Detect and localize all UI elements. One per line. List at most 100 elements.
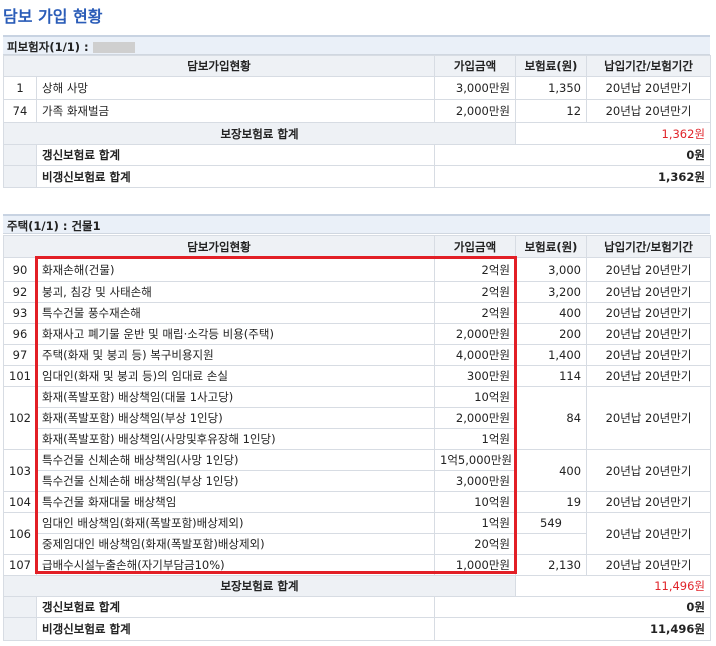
building-section-header: 주택(1/1) : 건물1 <box>3 214 710 234</box>
row-no: 106 <box>3 512 37 555</box>
row-amount: 1억5,000만원 <box>434 449 517 471</box>
row-premium: 1,400 <box>515 344 588 366</box>
total-label: 보장보험료 합계 <box>2 122 517 145</box>
renew-value: 0원 <box>434 596 712 618</box>
table-row: 104 특수건물 화재대물 배상책임 10억원 19 20년납 20년만기 <box>3 491 712 513</box>
row-name: 특수건물 화재대물 배상책임 <box>35 491 436 513</box>
row-premium: 200 <box>515 323 588 345</box>
total-value: 1,362원 <box>515 122 712 145</box>
renew-value: 0원 <box>434 144 712 166</box>
col-premium: 보험료(원) <box>515 235 588 258</box>
row-amount: 1,000만원 <box>434 554 517 576</box>
row-premium: 19 <box>515 491 588 513</box>
row-premium: 3,000 <box>515 257 588 282</box>
row-premium: 114 <box>515 365 588 387</box>
table-row: 101 임대인(화재 및 붕괴 등)의 임대료 손실 300만원 114 20년… <box>3 365 712 387</box>
row-no: 92 <box>3 281 37 303</box>
row-period: 20년납 20년만기 <box>586 554 712 576</box>
building-coverage-table: 담보가입현황 가입금액 보험료(원) 납입기간/보험기간 90 화재손해(건물)… <box>2 235 712 641</box>
row-amount: 10억원 <box>434 386 517 408</box>
nonrenew-value: 1,362원 <box>434 165 712 188</box>
row-name: 중제임대인 배상책임(화재(폭발포함)배상제외) <box>35 533 436 555</box>
row-premium: 3,200 <box>515 281 588 303</box>
row-premium: 400 <box>515 302 588 324</box>
row-name: 주택(화재 및 붕괴 등) 복구비용지원 <box>35 344 436 366</box>
row-period: 20년납 20년만기 <box>586 302 712 324</box>
page-title: 담보 가입 현황 <box>3 7 103 26</box>
col-coverage: 담보가입현황 <box>2 235 436 258</box>
row-no: 104 <box>3 491 37 513</box>
row-period: 20년납 20년만기 <box>586 344 712 366</box>
row-no: 101 <box>3 365 37 387</box>
row-amount: 2,000만원 <box>434 407 517 429</box>
row-no: 1 <box>3 76 37 100</box>
table-header-row: 담보가입현황 가입금액 보험료(원) 납입기간/보험기간 <box>2 55 712 77</box>
row-period: 20년납 20년만기 <box>586 449 712 492</box>
table-header-row: 담보가입현황 가입금액 보험료(원) 납입기간/보험기간 <box>2 235 712 258</box>
row-name: 상해 사망 <box>35 76 436 100</box>
insured-coverage-table: 담보가입현황 가입금액 보험료(원) 납입기간/보험기간 1 상해 사망 3,0… <box>2 55 712 188</box>
row-name: 급배수시설누출손해(자기부담금10%) <box>35 554 436 576</box>
total-row: 보장보험료 합계 11,496원 <box>2 575 712 597</box>
row-premium: 84 <box>515 386 588 450</box>
masked-name <box>92 42 135 53</box>
row-name: 특수건물 풍수재손해 <box>35 302 436 324</box>
insured-header-label: 피보험자(1/1) : <box>7 40 89 54</box>
row-no: 107 <box>3 554 37 576</box>
renew-row: 갱신보험료 합계 0원 <box>3 144 712 166</box>
row-period: 20년납 20년만기 <box>586 365 712 387</box>
col-amount: 가입금액 <box>434 55 517 77</box>
row-no: 97 <box>3 344 37 366</box>
table-row: 97 주택(화재 및 붕괴 등) 복구비용지원 4,000만원 1,400 20… <box>3 344 712 366</box>
row-amount: 2억원 <box>434 302 517 324</box>
nonrenew-row: 비갱신보험료 합계 1,362원 <box>3 165 712 188</box>
total-row: 보장보험료 합계 1,362원 <box>2 122 712 145</box>
row-no: 102 <box>3 386 37 450</box>
row-period: 20년납 20년만기 <box>586 323 712 345</box>
renew-label: 갱신보험료 합계 <box>35 596 436 618</box>
insured-section-header: 피보험자(1/1) : <box>3 35 710 55</box>
table-row: 103 특수건물 신체손해 배상책임(사망 1인당) 1억5,000만원 400… <box>3 449 712 492</box>
renew-label: 갱신보험료 합계 <box>35 144 436 166</box>
table-row: 90 화재손해(건물) 2억원 3,000 20년납 20년만기 <box>3 257 712 282</box>
total-value: 11,496원 <box>515 575 712 597</box>
total-label: 보장보험료 합계 <box>2 575 517 597</box>
row-name: 화재사고 폐기물 운반 및 매립·소각등 비용(주택) <box>35 323 436 345</box>
row-name: 특수건물 신체손해 배상책임(사망 1인당) <box>35 449 436 471</box>
row-premium: 400 <box>515 449 588 492</box>
table-row: 107 급배수시설누출손해(자기부담금10%) 1,000만원 2,130 20… <box>3 554 712 576</box>
table-row: 92 붕괴, 침강 및 사태손해 2억원 3,200 20년납 20년만기 <box>3 281 712 303</box>
table-row: 102 화재(폭발포함) 배상책임(대물 1사고당) 10억원 84 20년납 … <box>3 386 712 450</box>
row-amount: 3,000만원 <box>434 470 517 492</box>
row-name: 특수건물 신체손해 배상책임(부상 1인당) <box>35 470 436 492</box>
row-no: 96 <box>3 323 37 345</box>
col-premium: 보험료(원) <box>515 55 588 77</box>
row-name: 임대인 배상책임(화재(폭발포함)배상제외) <box>35 512 436 534</box>
row-name: 화재(폭발포함) 배상책임(대물 1사고당) <box>35 386 436 408</box>
col-amount: 가입금액 <box>434 235 517 258</box>
nonrenew-label: 비갱신보험료 합계 <box>35 617 436 641</box>
row-period: 20년납 20년만기 <box>586 491 712 513</box>
row-amount: 20억원 <box>434 533 517 555</box>
col-period: 납입기간/보험기간 <box>586 55 712 77</box>
row-amount: 3,000만원 <box>434 76 517 100</box>
row-name: 가족 화재벌금 <box>35 99 436 123</box>
table-row: 74 가족 화재벌금 2,000만원 12 20년납 20년만기 <box>3 99 712 123</box>
table-row: 96 화재사고 폐기물 운반 및 매립·소각등 비용(주택) 2,000만원 2… <box>3 323 712 345</box>
row-no: 74 <box>3 99 37 123</box>
col-period: 납입기간/보험기간 <box>586 235 712 258</box>
table-row: 93 특수건물 풍수재손해 2억원 400 20년납 20년만기 <box>3 302 712 324</box>
row-amount: 10억원 <box>434 491 517 513</box>
row-premium: 549 <box>515 512 588 534</box>
row-amount: 2,000만원 <box>434 99 517 123</box>
row-period: 20년납 20년만기 <box>586 512 712 555</box>
row-period: 20년납 20년만기 <box>586 76 712 100</box>
row-premium: 1,350 <box>515 76 588 100</box>
row-amount: 300만원 <box>434 365 517 387</box>
row-name: 붕괴, 침강 및 사태손해 <box>35 281 436 303</box>
row-amount: 1억원 <box>434 512 517 534</box>
row-period: 20년납 20년만기 <box>586 99 712 123</box>
row-amount: 2,000만원 <box>434 323 517 345</box>
row-no: 103 <box>3 449 37 492</box>
table-row: 106 임대인 배상책임(화재(폭발포함)배상제외) 1억원 549 20년납 … <box>3 512 712 555</box>
